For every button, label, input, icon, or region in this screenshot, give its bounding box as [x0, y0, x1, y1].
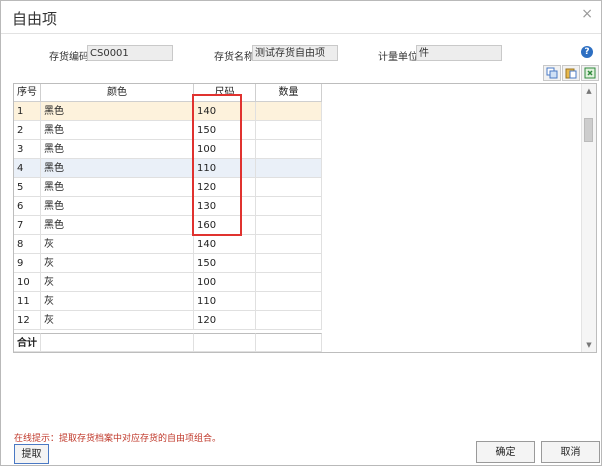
color-cell[interactable]: 黑色 [41, 102, 194, 121]
row-index: 6 [14, 197, 41, 216]
quantity-cell[interactable] [256, 311, 322, 330]
row-index: 1 [14, 102, 41, 121]
fetch-button[interactable]: 提取 [14, 444, 49, 464]
quantity-cell[interactable] [256, 254, 322, 273]
quantity-cell[interactable] [256, 102, 322, 121]
color-cell[interactable]: 灰 [41, 273, 194, 292]
grid-header: 序号 颜色 尺码 数量 [14, 84, 322, 102]
inventory-code-field[interactable]: CS0001 [87, 45, 173, 61]
size-cell[interactable]: 120 [194, 178, 256, 197]
inventory-code-label: 存货编码 [49, 52, 89, 63]
row-index: 11 [14, 292, 41, 311]
size-cell[interactable]: 130 [194, 197, 256, 216]
row-index: 10 [14, 273, 41, 292]
table-row[interactable]: 4 黑色 110 [14, 159, 322, 178]
quantity-cell[interactable] [256, 197, 322, 216]
size-cell[interactable]: 140 [194, 235, 256, 254]
dialog-title: 自由项 [12, 10, 58, 28]
quantity-cell[interactable] [256, 140, 322, 159]
total-label: 合计 [14, 333, 41, 352]
row-index: 4 [14, 159, 41, 178]
grid-body: 1 黑色 140 2 黑色 150 3 黑色 100 4 黑色 110 5 黑色… [14, 102, 322, 330]
quantity-cell[interactable] [256, 292, 322, 311]
online-hint: 在线提示：提取存货档案中对应存货的自由项组合。 [14, 434, 222, 444]
header-divider [1, 33, 601, 34]
quantity-cell[interactable] [256, 121, 322, 140]
color-cell[interactable]: 灰 [41, 311, 194, 330]
row-index: 2 [14, 121, 41, 140]
size-cell[interactable]: 160 [194, 216, 256, 235]
table-row[interactable]: 9 灰 150 [14, 254, 322, 273]
table-row[interactable]: 6 黑色 130 [14, 197, 322, 216]
vertical-scrollbar[interactable]: ▲ ▼ [581, 84, 596, 352]
color-cell[interactable]: 黑色 [41, 121, 194, 140]
size-cell[interactable]: 150 [194, 121, 256, 140]
row-index: 3 [14, 140, 41, 159]
unit-field[interactable]: 件 [416, 45, 502, 61]
scrollbar-thumb[interactable] [584, 118, 593, 142]
table-row[interactable]: 12 灰 120 [14, 311, 322, 330]
paste-icon[interactable] [562, 65, 580, 81]
color-cell[interactable]: 灰 [41, 292, 194, 311]
export-excel-icon[interactable] [581, 65, 599, 81]
column-header-size[interactable]: 尺码 [194, 84, 256, 102]
close-icon[interactable]: × [581, 6, 593, 22]
table-row[interactable]: 2 黑色 150 [14, 121, 322, 140]
size-cell[interactable]: 110 [194, 292, 256, 311]
size-cell[interactable]: 120 [194, 311, 256, 330]
size-cell[interactable]: 100 [194, 273, 256, 292]
table-row[interactable]: 11 灰 110 [14, 292, 322, 311]
color-cell[interactable]: 黑色 [41, 140, 194, 159]
total-size-cell [194, 333, 256, 352]
color-cell[interactable]: 灰 [41, 254, 194, 273]
table-row[interactable]: 10 灰 100 [14, 273, 322, 292]
quantity-cell[interactable] [256, 159, 322, 178]
size-cell[interactable]: 140 [194, 102, 256, 121]
color-cell[interactable]: 黑色 [41, 159, 194, 178]
row-index: 12 [14, 311, 41, 330]
copy-icon[interactable] [543, 65, 561, 81]
row-index: 9 [14, 254, 41, 273]
inventory-name-label: 存货名称 [214, 52, 254, 63]
unit-label: 计量单位 [378, 52, 418, 63]
quantity-cell[interactable] [256, 273, 322, 292]
color-cell[interactable]: 黑色 [41, 178, 194, 197]
quantity-cell[interactable] [256, 235, 322, 254]
scroll-up-icon[interactable]: ▲ [582, 84, 596, 98]
total-row: 合计 [14, 333, 322, 352]
row-index: 5 [14, 178, 41, 197]
scroll-down-icon[interactable]: ▼ [582, 338, 596, 352]
table-row[interactable]: 5 黑色 120 [14, 178, 322, 197]
quantity-cell[interactable] [256, 216, 322, 235]
ok-button[interactable]: 确定 [476, 441, 535, 463]
size-cell[interactable]: 110 [194, 159, 256, 178]
column-header-quantity[interactable]: 数量 [256, 84, 322, 102]
row-index: 8 [14, 235, 41, 254]
table-row[interactable]: 1 黑色 140 [14, 102, 322, 121]
total-quantity-cell [256, 333, 322, 352]
cancel-button[interactable]: 取消 [541, 441, 600, 463]
row-index: 7 [14, 216, 41, 235]
table-row[interactable]: 7 黑色 160 [14, 216, 322, 235]
column-header-index[interactable]: 序号 [14, 84, 41, 102]
size-cell[interactable]: 100 [194, 140, 256, 159]
dialog-window: 自由项 × 存货编码 CS0001 存货名称 测试存货自由项 计量单位 件 ? … [0, 0, 602, 466]
help-icon[interactable]: ? [581, 46, 593, 58]
table-row[interactable]: 8 灰 140 [14, 235, 322, 254]
color-cell[interactable]: 灰 [41, 235, 194, 254]
table-row[interactable]: 3 黑色 100 [14, 140, 322, 159]
total-color-cell [41, 333, 194, 352]
color-cell[interactable]: 黑色 [41, 216, 194, 235]
item-grid: 序号 颜色 尺码 数量 1 黑色 140 2 黑色 150 3 黑色 100 4… [13, 83, 597, 353]
size-cell[interactable]: 150 [194, 254, 256, 273]
color-cell[interactable]: 黑色 [41, 197, 194, 216]
inventory-name-field[interactable]: 测试存货自由项 [252, 45, 338, 61]
quantity-cell[interactable] [256, 178, 322, 197]
column-header-color[interactable]: 颜色 [41, 84, 194, 102]
